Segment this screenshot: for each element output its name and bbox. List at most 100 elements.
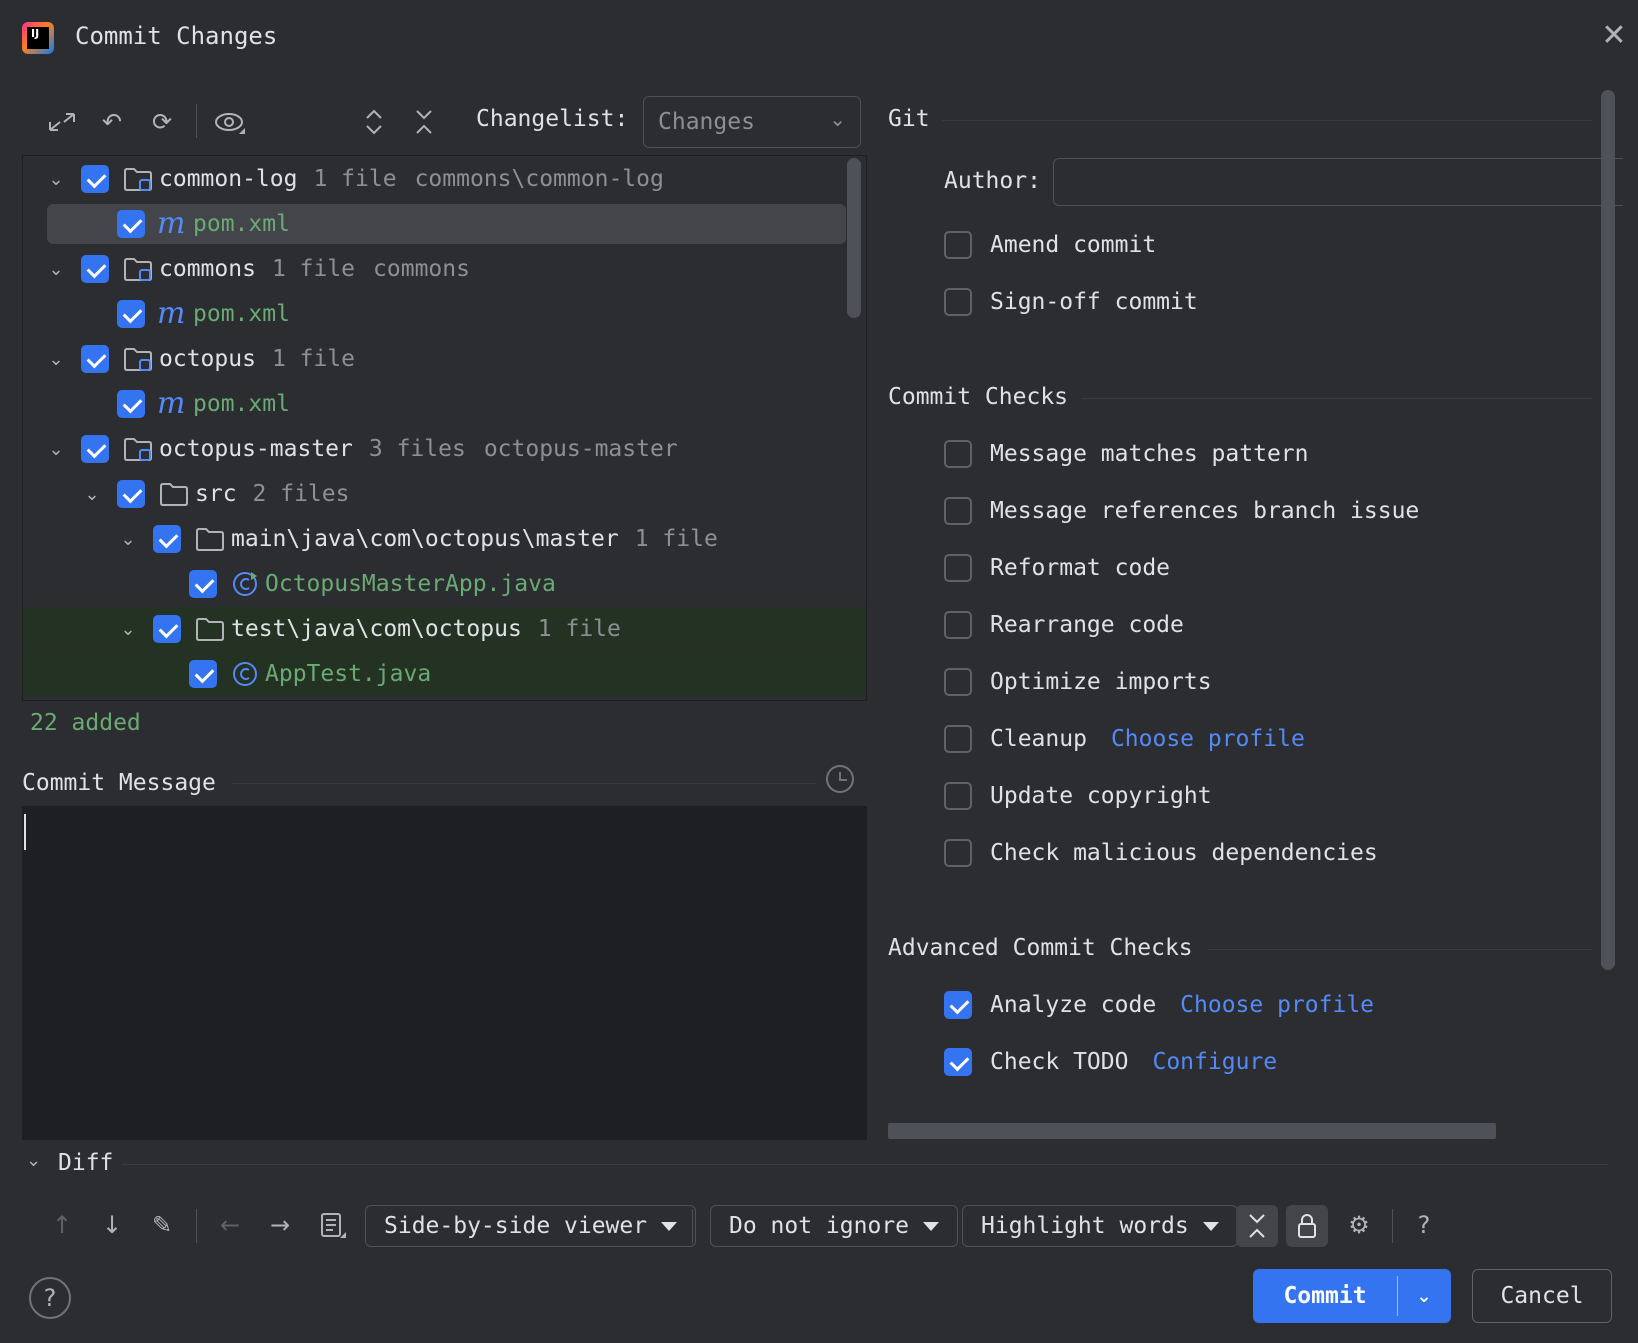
window-title: Commit Changes	[75, 22, 278, 50]
pencil-icon[interactable]: ✎	[144, 1207, 180, 1243]
commit-check-option[interactable]: Message references branch issue	[944, 491, 1419, 531]
arrow-down-icon[interactable]: ↓	[94, 1207, 130, 1243]
tree-checkbox[interactable]	[81, 165, 109, 193]
advanced-check-option[interactable]: Check TODO Configure	[944, 1042, 1277, 1082]
commit-check-checkbox[interactable]	[944, 554, 972, 582]
arrow-right-icon[interactable]: →	[262, 1207, 298, 1243]
tree-checkbox[interactable]	[117, 390, 145, 418]
tree-checkbox[interactable]	[117, 210, 145, 238]
tree-checkbox[interactable]	[153, 525, 181, 553]
tree-item-name: common-log	[159, 166, 298, 192]
commit-button[interactable]: Commit ⌄	[1253, 1269, 1451, 1323]
git-checkbox[interactable]	[944, 231, 972, 259]
chevron-down-icon[interactable]: ⌄	[1398, 1286, 1450, 1307]
commit-check-option[interactable]: Check malicious dependencies	[944, 833, 1378, 873]
document-list-icon[interactable]	[314, 1207, 350, 1243]
commit-check-option[interactable]: Rearrange code	[944, 605, 1184, 645]
arrow-left-icon[interactable]: ←	[212, 1207, 248, 1243]
question-icon[interactable]: ?	[1406, 1207, 1442, 1243]
tree-row[interactable]: ⌄ commons 1 file commons	[23, 247, 866, 291]
close-icon[interactable]: ✕	[1598, 20, 1630, 52]
chevron-down-icon: ⌄	[829, 107, 846, 131]
tree-row[interactable]: ⌄ src 2 files	[23, 472, 866, 516]
chevron-down-icon[interactable]: ⌄	[43, 259, 69, 280]
advanced-check-checkbox[interactable]	[944, 1048, 972, 1076]
commit-check-checkbox[interactable]	[944, 668, 972, 696]
lock-icon[interactable]	[1286, 1205, 1328, 1247]
collapse-all-icon[interactable]	[406, 104, 442, 140]
right-panel-scrollbar[interactable]	[1601, 90, 1615, 970]
commit-check-option[interactable]: Cleanup Choose profile	[944, 719, 1305, 759]
gear-icon[interactable]: ⚙	[1341, 1207, 1377, 1243]
commit-check-option[interactable]: Update copyright	[944, 776, 1212, 816]
changes-tree[interactable]: ⌄ common-log 1 file commons\common-log m pom.…	[22, 155, 867, 701]
help-icon[interactable]: ?	[29, 1277, 71, 1319]
advanced-check-link[interactable]: Configure	[1152, 1049, 1277, 1075]
tree-checkbox[interactable]	[117, 300, 145, 328]
tree-checkbox[interactable]	[153, 615, 181, 643]
commit-check-option[interactable]: Optimize imports	[944, 662, 1212, 702]
tree-row[interactable]: m pom.xml	[23, 202, 866, 246]
commit-check-option[interactable]: Message matches pattern	[944, 434, 1309, 474]
tree-checkbox[interactable]	[81, 435, 109, 463]
tree-checkbox[interactable]	[81, 345, 109, 373]
tree-row[interactable]: ⌄ test\java\com\octopus 1 file	[23, 607, 866, 651]
toolbar-separator	[692, 1209, 693, 1243]
right-panel-hscrollbar[interactable]	[888, 1123, 1496, 1139]
chevron-down-icon[interactable]: ⌄	[79, 484, 105, 505]
highlight-dropdown[interactable]: Highlight words	[962, 1205, 1238, 1247]
chevron-down-icon[interactable]: ⌄	[43, 169, 69, 190]
commit-check-checkbox[interactable]	[944, 725, 972, 753]
git-option[interactable]: Sign-off commit	[944, 282, 1198, 322]
cancel-button[interactable]: Cancel	[1472, 1269, 1612, 1323]
clock-history-icon[interactable]	[826, 765, 854, 793]
chevron-down-icon[interactable]: ⌄	[43, 439, 69, 460]
chevron-down-icon[interactable]: ⌄	[26, 1150, 41, 1171]
collapse-unchanged-icon[interactable]	[1236, 1205, 1278, 1247]
commit-check-option[interactable]: Reformat code	[944, 548, 1170, 588]
git-checkbox[interactable]	[944, 288, 972, 316]
commit-check-checkbox[interactable]	[944, 611, 972, 639]
tree-row[interactable]: ⌄ main\java\com\octopus\master 1 file	[23, 517, 866, 561]
tree-item-name: pom.xml	[193, 211, 290, 237]
commit-button-label[interactable]: Commit	[1253, 1283, 1397, 1309]
commit-check-link[interactable]: Choose profile	[1111, 726, 1305, 752]
git-option[interactable]: Amend commit	[944, 225, 1156, 265]
tree-checkbox[interactable]	[81, 255, 109, 283]
viewer-dropdown[interactable]: Side-by-side viewer	[365, 1205, 697, 1247]
chevron-down-icon[interactable]: ⌄	[115, 529, 141, 550]
divider	[1082, 398, 1592, 399]
commit-check-checkbox[interactable]	[944, 440, 972, 468]
advanced-check-checkbox[interactable]	[944, 991, 972, 1019]
eye-icon[interactable]	[212, 104, 248, 140]
author-input[interactable]	[1053, 158, 1623, 206]
tree-row[interactable]: ⌄ common-log 1 file commons\common-log	[23, 157, 866, 201]
tree-scrollbar[interactable]	[847, 158, 861, 318]
commit-check-checkbox[interactable]	[944, 782, 972, 810]
chevron-down-icon[interactable]: ⌄	[43, 349, 69, 370]
tree-row[interactable]: m pom.xml	[23, 382, 866, 426]
tree-checkbox[interactable]	[189, 570, 217, 598]
tree-checkbox[interactable]	[117, 480, 145, 508]
commit-check-label: Reformat code	[990, 555, 1171, 581]
folder-icon	[195, 526, 225, 552]
tree-row[interactable]: AppTest.java	[23, 652, 866, 696]
tree-row[interactable]: ⌄ octopus 1 file	[23, 337, 866, 381]
tree-checkbox[interactable]	[189, 660, 217, 688]
advanced-check-link[interactable]: Choose profile	[1180, 992, 1374, 1018]
commit-check-checkbox[interactable]	[944, 839, 972, 867]
refresh-icon[interactable]: ⟳	[144, 104, 180, 140]
undo-icon[interactable]: ↶	[94, 104, 130, 140]
ignore-dropdown[interactable]: Do not ignore	[710, 1205, 959, 1247]
rollback-arrows-icon[interactable]	[44, 104, 80, 140]
tree-row[interactable]: ⌄ octopus-master 3 files octopus-master	[23, 427, 866, 471]
tree-row[interactable]: OctopusMasterApp.java	[23, 562, 866, 606]
tree-row[interactable]: m pom.xml	[23, 292, 866, 336]
commit-check-checkbox[interactable]	[944, 497, 972, 525]
chevron-down-icon[interactable]: ⌄	[115, 619, 141, 640]
commit-message-input[interactable]	[22, 806, 867, 1140]
advanced-check-option[interactable]: Analyze code Choose profile	[944, 985, 1374, 1025]
arrow-up-icon[interactable]: ↑	[44, 1207, 80, 1243]
changelist-dropdown[interactable]: Changes ⌄	[643, 96, 861, 148]
expand-all-icon[interactable]	[356, 104, 392, 140]
